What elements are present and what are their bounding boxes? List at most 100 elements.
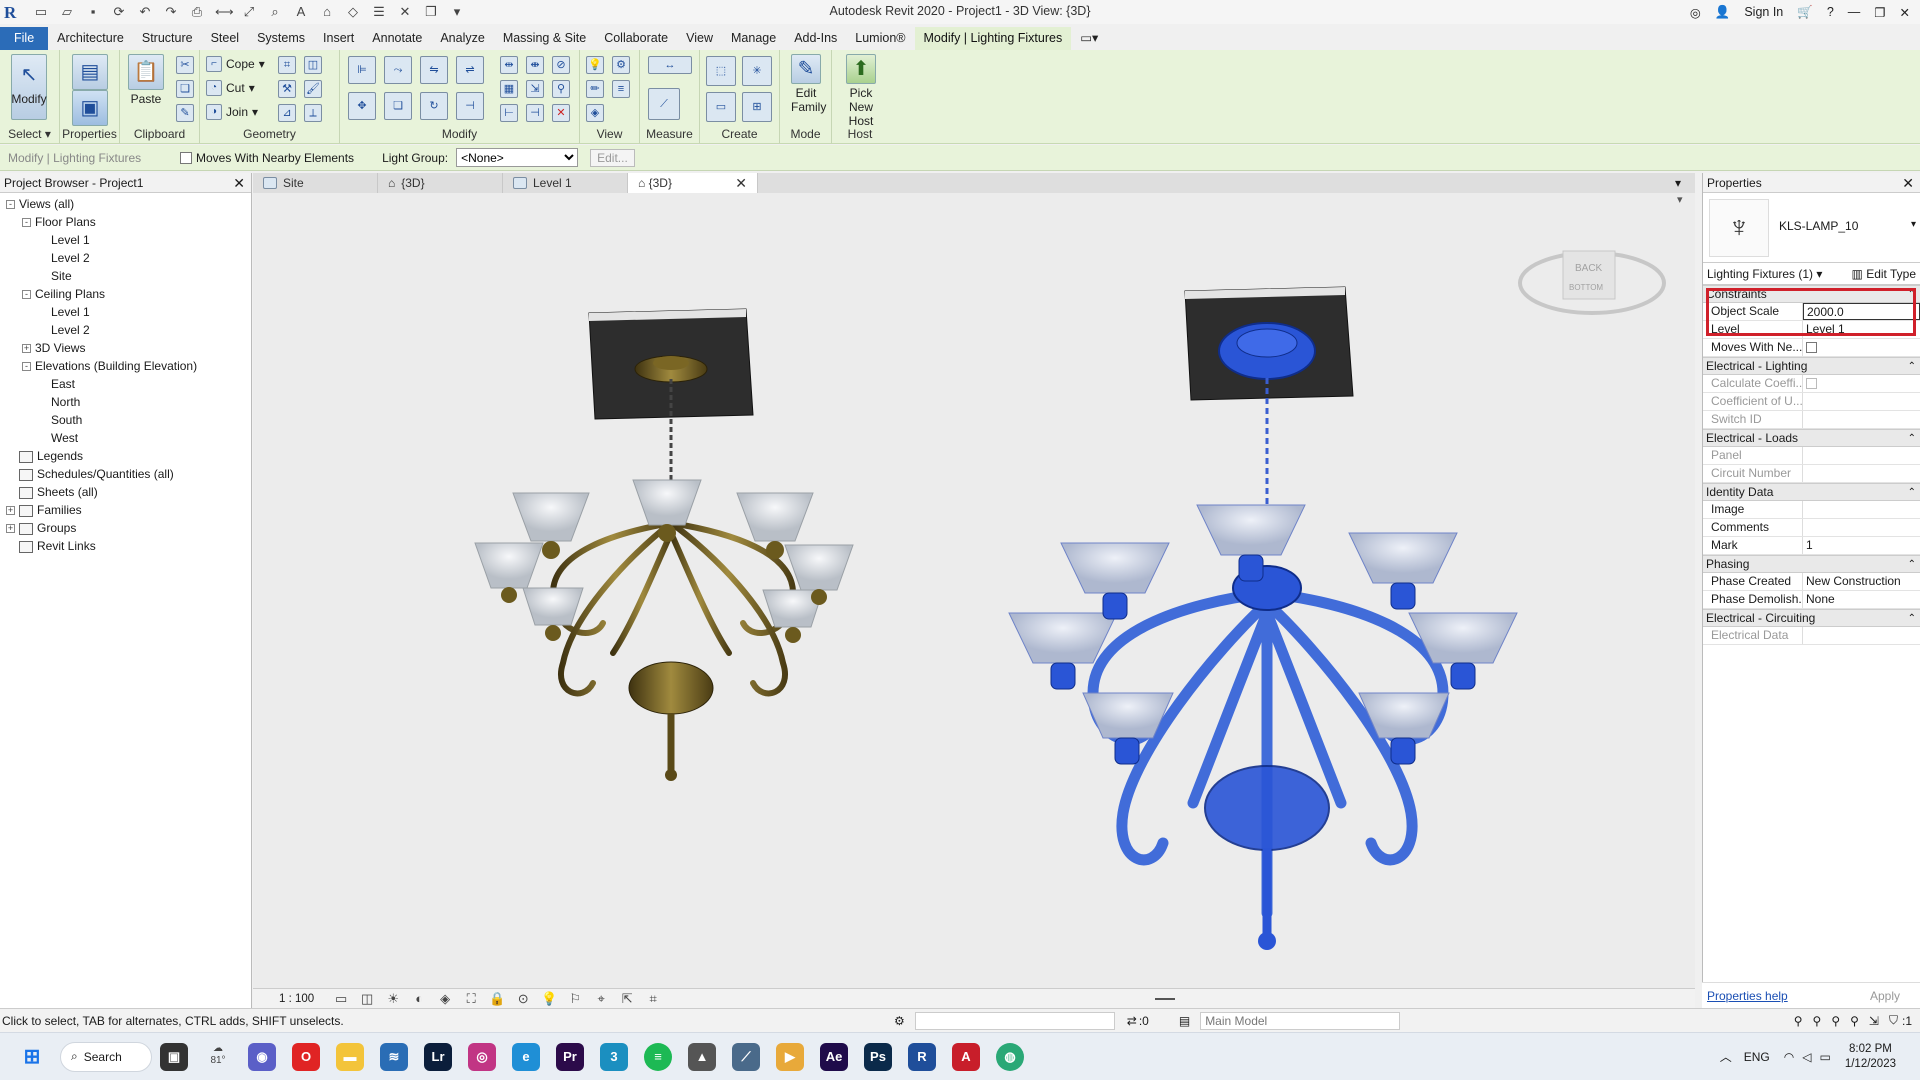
copy-icon[interactable]: ❏ [176, 80, 194, 98]
battery-icon[interactable]: ▭ [1819, 1050, 1830, 1064]
light-group-select[interactable]: <None> [456, 148, 579, 167]
pin-icon[interactable]: ⚲ [552, 80, 570, 98]
viewcube[interactable]: BACK BOTTOM [1518, 250, 1666, 315]
volume-icon[interactable]: ◁ [1802, 1050, 1811, 1064]
text-icon[interactable]: A [293, 4, 309, 20]
tag-icon[interactable]: ⌕ [267, 4, 283, 20]
print-icon[interactable]: ⎙ [189, 4, 205, 20]
edge-icon[interactable]: e [512, 1042, 540, 1071]
delete-icon[interactable]: ✕ [552, 104, 570, 122]
hide-in-view-icon[interactable]: 💡 [586, 56, 604, 74]
tab-view-site[interactable]: Site [253, 173, 378, 193]
wall-joins-icon[interactable]: ⌗ [278, 56, 296, 74]
undo-icon[interactable]: ↶ [137, 4, 153, 20]
tab-steel[interactable]: Steel [202, 27, 249, 50]
create-group-icon[interactable]: ▭ [706, 92, 736, 122]
tree-node[interactable]: Level 2 [0, 249, 251, 267]
property-value[interactable]: New Construction [1803, 573, 1920, 590]
property-group-header[interactable]: Phasing ⌃ [1703, 555, 1920, 573]
create-similar-icon[interactable]: ⊞ [742, 92, 772, 122]
linework-icon[interactable]: ✏ [586, 80, 604, 98]
extend-icon[interactable]: ⊣ [526, 104, 544, 122]
tab-view-3d-1[interactable]: ⌂ {3D} [378, 173, 503, 193]
windows-start-icon[interactable]: ⊞ [18, 1043, 46, 1071]
collapse-group-icon[interactable]: ⌃ [1908, 610, 1916, 627]
tree-node[interactable]: +3D Views [0, 339, 251, 357]
tree-node[interactable]: Level 2 [0, 321, 251, 339]
tree-node[interactable]: Legends [0, 447, 251, 465]
light-group-edit-button[interactable]: Edit... [590, 148, 635, 167]
3d-viewport[interactable]: BACK BOTTOM ▾ [253, 193, 1695, 988]
move-icon[interactable]: ✥ [348, 92, 376, 120]
dimension-icon[interactable]: ⤢ [241, 4, 257, 20]
file-explorer-icon[interactable]: ▬ [336, 1042, 364, 1071]
revit-taskbar-icon[interactable]: R [908, 1042, 936, 1071]
property-group-header[interactable]: Constraints ⌃ [1703, 285, 1920, 303]
tree-node[interactable]: Level 1 [0, 303, 251, 321]
tree-node[interactable]: Level 1 [0, 231, 251, 249]
customize-icon[interactable]: ▾ [449, 4, 465, 20]
section-icon[interactable]: ◇ [345, 4, 361, 20]
tray-chevron-icon[interactable]: ︿ [1720, 1048, 1732, 1065]
property-group-header[interactable]: Electrical - Lighting ⌃ [1703, 357, 1920, 375]
tree-node[interactable]: - Ceiling Plans [0, 285, 251, 303]
open-icon[interactable]: ▭ [33, 4, 49, 20]
sync-icon[interactable]: ⟳ [111, 4, 127, 20]
revit-logo-icon[interactable]: R [4, 3, 22, 22]
property-value[interactable]: None [1803, 591, 1920, 608]
join-button[interactable]: ◑ Join ▾ [206, 104, 258, 120]
app-icon[interactable]: ⟋ [732, 1042, 760, 1071]
3ds-max-icon[interactable]: 3 [600, 1042, 628, 1071]
after-effects-icon[interactable]: Ae [820, 1042, 848, 1071]
property-value[interactable]: 1 [1803, 537, 1920, 554]
apply-button[interactable]: Apply [1870, 989, 1900, 1003]
tab-manage[interactable]: Manage [722, 27, 785, 50]
wifi-icon[interactable]: ◠ [1784, 1050, 1794, 1064]
edit-family-button[interactable]: ✎ Edit Family [784, 54, 828, 114]
property-group-header[interactable]: Electrical - Circuiting ⌃ [1703, 609, 1920, 627]
drag-elements-icon[interactable]: ⇲ [1869, 1014, 1879, 1028]
override-graphics-icon[interactable]: ⚙ [612, 56, 630, 74]
property-value[interactable] [1803, 501, 1920, 518]
moves-with-nearby-checkbox[interactable]: Moves With Nearby Elements [180, 151, 354, 165]
tab-architecture[interactable]: Architecture [48, 27, 133, 50]
type-properties-button[interactable]: ▤ [70, 54, 110, 92]
split-face-icon[interactable]: ◫ [304, 56, 322, 74]
tabs-dropdown-icon[interactable]: ▾ [1675, 173, 1695, 193]
analytical-icon[interactable]: ⌖ [593, 991, 609, 1007]
tree-node[interactable]: East [0, 375, 251, 393]
offset-icon[interactable]: ⤳ [384, 56, 412, 84]
tree-node[interactable]: West [0, 429, 251, 447]
chandelier-left[interactable] [474, 308, 854, 781]
selection-box-icon[interactable]: ◈ [586, 104, 604, 122]
tab-file[interactable]: File [0, 27, 49, 50]
instagram-icon[interactable]: ◎ [468, 1042, 496, 1071]
worksets-icon[interactable]: ⚙ [894, 1014, 905, 1028]
select-dropdown[interactable]: Select ▾ [0, 127, 59, 141]
folder-icon[interactable]: ▱ [59, 4, 75, 20]
tree-node[interactable]: + Families [0, 501, 251, 519]
aligned-dimension-icon[interactable]: ⟋ [648, 88, 680, 120]
tree-node[interactable]: South [0, 411, 251, 429]
close-button[interactable]: ✕ [1900, 5, 1910, 20]
select-by-face-icon[interactable]: ⚲ [1850, 1014, 1859, 1028]
lightroom-icon[interactable]: Lr [424, 1042, 452, 1071]
collapse-group-icon[interactable]: ⌃ [1908, 286, 1916, 303]
mirror-draw-axis-icon[interactable]: ⇌ [456, 56, 484, 84]
lumion-icon[interactable]: ▲ [688, 1042, 716, 1071]
view-scale[interactable]: 1 : 100 [279, 993, 314, 1005]
tree-node[interactable]: - Elevations (Building Elevation) [0, 357, 251, 375]
expand-icon[interactable]: + [22, 344, 31, 354]
sun-path-icon[interactable]: ☀ [385, 991, 401, 1007]
viewport-menu-icon[interactable]: ▾ [1677, 193, 1691, 207]
array-icon[interactable]: ▦ [500, 80, 518, 98]
tree-node[interactable]: Revit Links [0, 537, 251, 555]
linetype-icon[interactable]: ≡ [612, 80, 630, 98]
expand-icon[interactable]: + [6, 506, 15, 516]
measure-icon[interactable]: ⟷ [215, 4, 234, 20]
align-icon[interactable]: ⊫ [348, 56, 376, 84]
collapse-icon[interactable]: - [22, 290, 31, 300]
mirror-pick-axis-icon[interactable]: ⇋ [420, 56, 448, 84]
binoculars-icon[interactable]: ◎ [1690, 5, 1701, 20]
select-underlay-icon[interactable]: ⚲ [1813, 1014, 1822, 1028]
